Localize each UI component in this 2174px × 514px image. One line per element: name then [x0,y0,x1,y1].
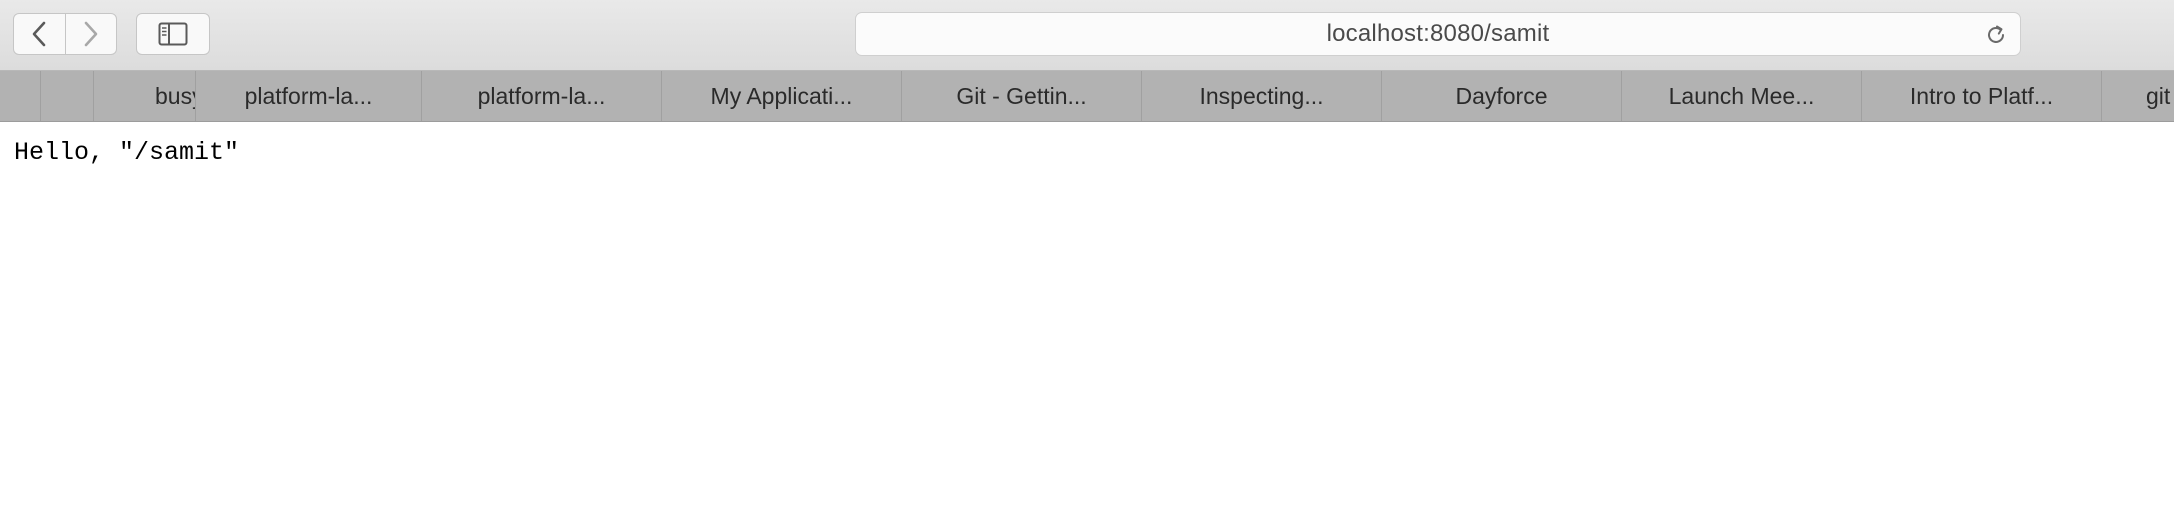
chevron-left-icon [32,21,46,47]
forward-button[interactable] [64,14,117,54]
bookmark-item[interactable]: Intro to Platf... [1861,71,2101,121]
bookmark-item[interactable]: Dayforce [1381,71,1621,121]
bookmark-item[interactable]: platform-la... [421,71,661,121]
bookmark-item[interactable]: My Applicati... [661,71,901,121]
sidebar-icon [158,22,188,46]
chevron-right-icon [84,21,98,47]
page-content-text: Hello, "/samit" [14,138,240,167]
back-button[interactable] [14,14,65,54]
address-bar[interactable]: localhost:8080/samit [855,12,2021,56]
bookmark-item[interactable]: Launch Mee... [1621,71,1861,121]
navigation-buttons [13,13,117,55]
bookmark-item[interactable]: busy [93,71,195,121]
url-text: localhost:8080/samit [1326,20,1550,47]
browser-toolbar: localhost:8080/samit [0,0,2174,71]
bookmarks-bar: busy platform-la... platform-la... My Ap… [0,71,2174,122]
bookmark-item[interactable] [40,71,93,121]
bookmark-item[interactable] [0,71,40,121]
bookmark-item[interactable]: platform-la... [195,71,421,121]
bookmark-item[interactable]: git [2101,71,2174,121]
bookmark-item[interactable]: Inspecting... [1141,71,1381,121]
sidebar-toggle-button[interactable] [136,13,210,55]
reload-icon[interactable] [1984,23,2008,47]
bookmark-item[interactable]: Git - Gettin... [901,71,1141,121]
